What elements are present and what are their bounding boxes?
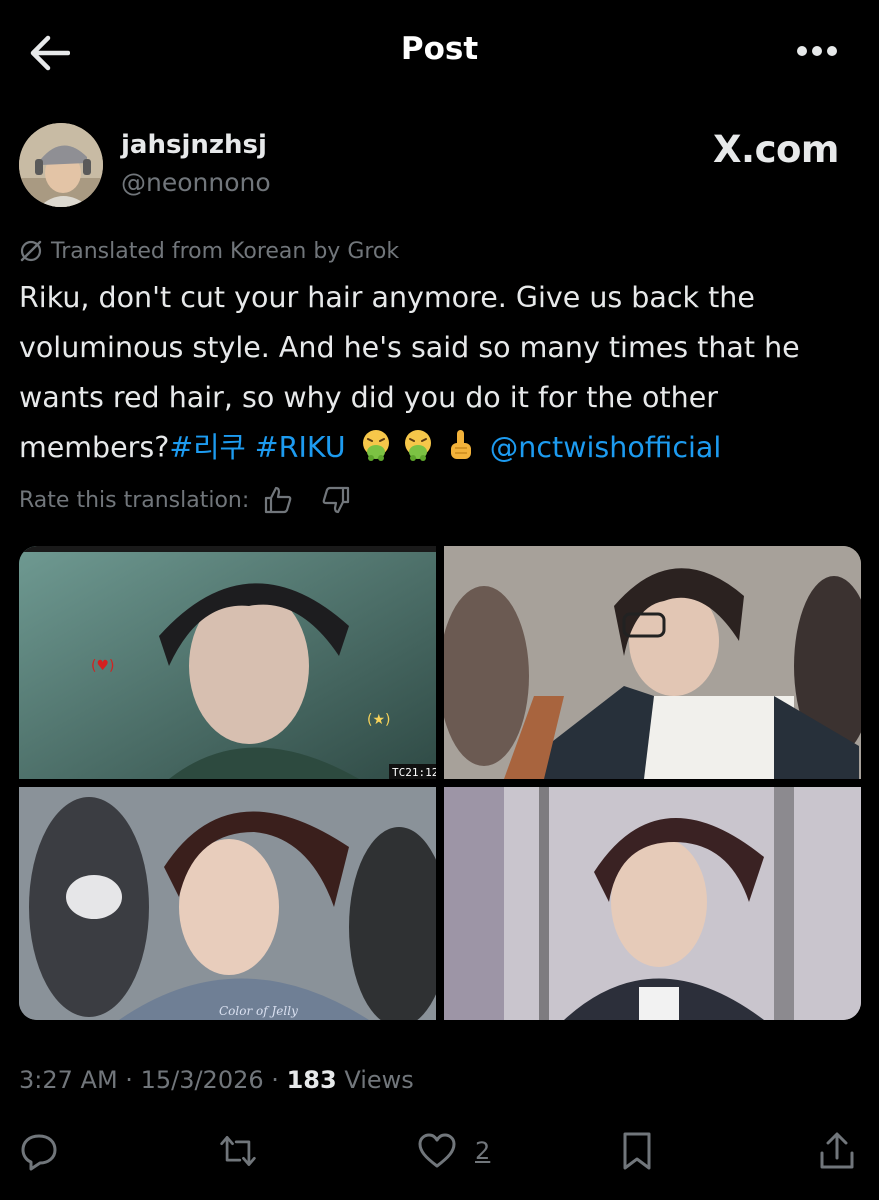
post-date: 15/3/2026 xyxy=(140,1066,264,1094)
meta-separator: · xyxy=(271,1066,279,1094)
rate-translation-label: Rate this translation: xyxy=(19,487,250,513)
meta-separator: · xyxy=(125,1066,133,1094)
vomiting-face-emoji xyxy=(404,430,431,461)
hashtag-link[interactable]: #리쿠 xyxy=(169,431,245,464)
page-title: Post xyxy=(400,31,479,67)
views-label: Views xyxy=(344,1066,414,1094)
post-meta: 3:27 AM · 15/3/2026 · 183 Views xyxy=(19,1066,414,1094)
heart-icon xyxy=(418,1133,456,1168)
top-bar: Post xyxy=(0,0,879,104)
hashtag-link[interactable]: #RIKU xyxy=(255,431,346,464)
pointing-up-emoji xyxy=(450,430,471,459)
reply-icon xyxy=(21,1134,57,1171)
like-count[interactable]: 2 xyxy=(475,1137,490,1165)
grok-icon xyxy=(20,240,42,262)
photo-4[interactable] xyxy=(444,787,861,1020)
repost-button[interactable] xyxy=(218,1126,258,1176)
vomiting-face-emoji xyxy=(362,430,389,461)
x-brand-logo: X.com xyxy=(713,128,840,171)
rate-translation: Rate this translation: xyxy=(19,482,351,518)
svg-text:(♥): (♥) xyxy=(91,658,114,674)
svg-text:(★): (★) xyxy=(367,712,390,728)
photo-2[interactable] xyxy=(444,546,861,779)
thumbs-up-icon[interactable] xyxy=(263,485,293,515)
photo-1[interactable]: (♥) (★) TC21:12:1 xyxy=(19,546,436,779)
translation-note-text: Translated from Korean by Grok xyxy=(51,238,400,264)
reply-button[interactable] xyxy=(19,1126,59,1176)
like-button[interactable]: 2 xyxy=(417,1126,490,1176)
author-handle[interactable]: @neonnono xyxy=(121,168,271,197)
photo-3[interactable]: Color of Jelly xyxy=(19,787,436,1020)
share-button[interactable] xyxy=(817,1126,857,1176)
share-icon xyxy=(820,1132,854,1169)
media-grid: (♥) (★) TC21:12:1 Color xyxy=(19,546,861,1020)
views-count[interactable]: 183 xyxy=(287,1066,337,1094)
action-bar: 2 xyxy=(0,1126,879,1176)
timecode-overlay: TC21:12:1 xyxy=(392,766,436,779)
watermark-text: Color of Jelly xyxy=(219,1004,298,1018)
thumbs-down-icon[interactable] xyxy=(321,485,351,515)
translation-note: Translated from Korean by Grok xyxy=(19,236,399,266)
post-time: 3:27 AM xyxy=(19,1066,118,1094)
author-display-name[interactable]: jahsjnzhsj xyxy=(121,130,267,160)
more-horizontal-icon[interactable] xyxy=(795,44,839,58)
bookmark-button[interactable] xyxy=(617,1126,657,1176)
tweet-text: Riku, don't cut your hair anymore. Give … xyxy=(19,273,859,473)
mention-link[interactable]: @nctwishofficial xyxy=(490,431,722,464)
repost-icon xyxy=(220,1136,256,1166)
avatar[interactable] xyxy=(19,123,103,207)
bookmark-icon xyxy=(623,1132,651,1170)
